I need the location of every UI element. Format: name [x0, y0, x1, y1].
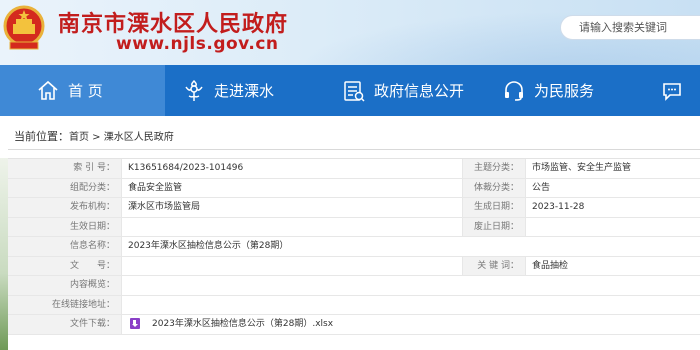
breadcrumb-separator: > [89, 132, 104, 143]
download-cell: 2023年溧水区抽检信息公示（第28期）.xlsx [122, 315, 700, 334]
info-name-value: 2023年溧水区抽检信息公示（第28期） [128, 241, 289, 251]
nav-item-label: 政府信息公开 [374, 82, 465, 100]
abolish-date-value [526, 218, 700, 237]
table-row: 生效日期： 废止日期： [8, 217, 700, 237]
site-header: 南京市溧水区人民政府 www.njls.gov.cn 请输入搜索关键词 [0, 0, 700, 65]
docno-label: 文 号： [8, 256, 122, 275]
nav-item-label: 首 页 [68, 82, 103, 100]
nav-item-interaction[interactable] [660, 65, 700, 116]
table-row: 信息名称： 2023年溧水区抽检信息公示（第28期） [8, 237, 700, 257]
nav-item-label: 为民服务 [534, 82, 595, 100]
national-emblem-icon[interactable] [2, 4, 46, 52]
nav-item-label: 走进溧水 [214, 82, 275, 100]
online-link-label: 在线链接地址： [8, 295, 122, 314]
headset-icon [502, 79, 526, 103]
breadcrumb: 当前位置：首页 > 溧水区人民政府 [14, 128, 174, 144]
org-value: 食品安全监管 [128, 182, 183, 193]
summary-label: 内容概览： [8, 276, 122, 295]
table-row: 组配分类： 食品安全监管 体裁分类： 公告 [8, 178, 700, 198]
flower-icon [182, 79, 206, 103]
background-decoration [0, 158, 8, 350]
org-label: 组配分类： [8, 178, 122, 197]
topic-value: 市场监管、安全生产监管 [532, 163, 632, 173]
publisher-value: 溧水区市场监管局 [128, 202, 201, 212]
home-icon [36, 79, 60, 103]
table-row: 文件下载： 2023年溧水区抽检信息公示（第28期）.xlsx [8, 315, 700, 335]
online-link-value[interactable] [122, 296, 700, 315]
docno-value [122, 257, 462, 276]
nav-item-explore[interactable]: 走进溧水 [182, 65, 332, 116]
table-row: 在线链接地址： [8, 295, 700, 315]
breadcrumb-current-label: 当前位置： [14, 130, 69, 143]
nav-item-home[interactable]: 首 页 [0, 65, 165, 116]
genre-label: 体裁分类： [462, 178, 526, 197]
table-row: 发布机构： 溧水区市场监管局 生成日期： 2023-11-28 [8, 198, 700, 218]
nav-item-gov-info[interactable]: 政府信息公开 [342, 65, 502, 116]
effective-date-label: 生效日期： [8, 217, 122, 236]
search-input[interactable]: 请输入搜索关键词 [560, 15, 700, 40]
created-date-value: 2023-11-28 [532, 202, 585, 212]
genre-value: 公告 [532, 182, 551, 193]
nav-item-services[interactable]: 为民服务 [502, 65, 642, 116]
document-icon [342, 79, 366, 103]
keyword-label: 关 键 词： [462, 256, 526, 275]
table-row: 文 号： 关 键 词： 食品抽检 [8, 256, 700, 276]
download-label: 文件下载： [8, 315, 122, 334]
index-label: 索 引 号： [8, 159, 122, 178]
site-url: www.njls.gov.cn [116, 34, 279, 54]
info-name-label: 信息名称： [8, 237, 122, 256]
topic-label: 主题分类： [462, 159, 526, 178]
metadata-table: 索 引 号： K13651684/2023-101496 主题分类： 市场监管、… [8, 158, 700, 335]
divider [8, 149, 700, 150]
abolish-date-label: 废止日期： [462, 217, 526, 236]
download-icon[interactable] [130, 318, 140, 329]
download-link[interactable]: 2023年溧水区抽检信息公示（第28期）.xlsx [152, 319, 333, 329]
breadcrumb-home-link[interactable]: 首页 [69, 132, 89, 143]
table-row: 索 引 号： K13651684/2023-101496 主题分类： 市场监管、… [8, 159, 700, 179]
keyword-value: 食品抽检 [532, 260, 569, 271]
main-nav: 首 页 走进溧水 政府信息公开 为民服务 [0, 65, 700, 116]
breadcrumb-section-link[interactable]: 溧水区人民政府 [104, 132, 174, 143]
summary-value [122, 276, 700, 295]
index-value: K13651684/2023-101496 [128, 163, 244, 173]
table-row: 内容概览： [8, 276, 700, 296]
effective-date-value [122, 218, 462, 237]
chat-icon [660, 79, 684, 103]
publisher-label: 发布机构： [8, 198, 122, 217]
created-date-label: 生成日期： [462, 198, 526, 217]
